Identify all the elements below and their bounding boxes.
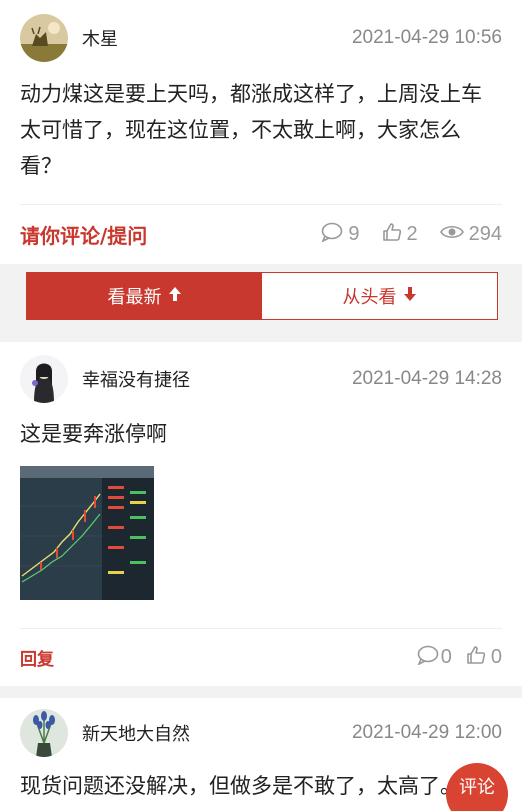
post-actions: 请你评论/提问 9 2 294: [20, 204, 502, 264]
reply-content: 这是要奔涨停啊: [20, 422, 167, 446]
thumbs-up-icon: [466, 645, 486, 671]
username[interactable]: 木星: [82, 25, 118, 51]
post-content: 动力煤这是要上天吗，都涨成这样了，上周没上车太可惜了，现在这位置，不太敢上啊，大…: [20, 82, 482, 178]
post-header: 木星 2021-04-29 10:56: [20, 0, 502, 76]
like-count-value: 2: [406, 223, 418, 245]
tab-from-start-label: 从头看: [342, 287, 397, 308]
reply-button[interactable]: 回复: [20, 645, 54, 670]
view-count-value: 294: [468, 223, 502, 245]
tab-latest-label: 看最新: [107, 287, 162, 308]
comment-ask-link[interactable]: 请你评论/提问: [20, 220, 147, 249]
comment-count-value: 0: [440, 646, 452, 668]
thumbs-up-icon: [382, 222, 402, 248]
tab-from-start[interactable]: 从头看: [262, 273, 497, 319]
view-count: 294: [439, 223, 502, 246]
avatar[interactable]: [20, 709, 68, 757]
like-count[interactable]: 2: [382, 222, 418, 248]
reply-timestamp: 2021-04-29 12:00: [351, 722, 502, 743]
comment-bubble-icon: [417, 645, 439, 671]
username[interactable]: 幸福没有捷径: [82, 366, 190, 392]
reply-header: 幸福没有捷径 2021-04-29 14:28: [20, 342, 502, 416]
original-post: 木星 2021-04-29 10:56 动力煤这是要上天吗，都涨成这样了，上周没…: [0, 0, 522, 264]
post-timestamp: 2021-04-29 10:56: [351, 27, 502, 48]
reply-timestamp: 2021-04-29 14:28: [351, 368, 502, 389]
sort-tabs: 看最新 从头看: [26, 272, 498, 320]
eye-icon: [439, 223, 464, 246]
reply-header: 新天地大自然 2021-04-29 12:00: [20, 698, 502, 768]
like-count-value: 0: [490, 646, 502, 668]
username[interactable]: 新天地大自然: [82, 720, 190, 746]
comment-count[interactable]: 9: [321, 222, 360, 248]
reply-content: 现货问题还没解决，但做多是不敢了，太高了。: [20, 774, 461, 798]
comment-count[interactable]: 0: [417, 645, 452, 671]
comment-bubble-icon: [321, 222, 343, 248]
tab-latest[interactable]: 看最新: [27, 273, 262, 319]
post-stats: 9 2 294: [321, 222, 502, 248]
sort-tabs-band: 看最新 从头看: [0, 264, 522, 342]
like-count[interactable]: 0: [466, 645, 502, 671]
reply-item: 新天地大自然 2021-04-29 12:00 现货问题还没解决，但做多是不敢了…: [0, 698, 522, 804]
section-divider: [0, 686, 522, 698]
reply-actions: 回复 0 0: [20, 628, 502, 686]
comment-count-value: 9: [348, 223, 360, 245]
avatar[interactable]: [20, 355, 68, 403]
avatar[interactable]: [20, 14, 68, 62]
reply-stats: 0 0: [417, 645, 502, 671]
arrow-down-icon: [403, 286, 417, 307]
reply-item: 幸福没有捷径 2021-04-29 14:28 这是要奔涨停啊 回复 0 0: [0, 342, 522, 686]
reply-photo[interactable]: [20, 466, 154, 600]
arrow-up-icon: [168, 286, 182, 307]
